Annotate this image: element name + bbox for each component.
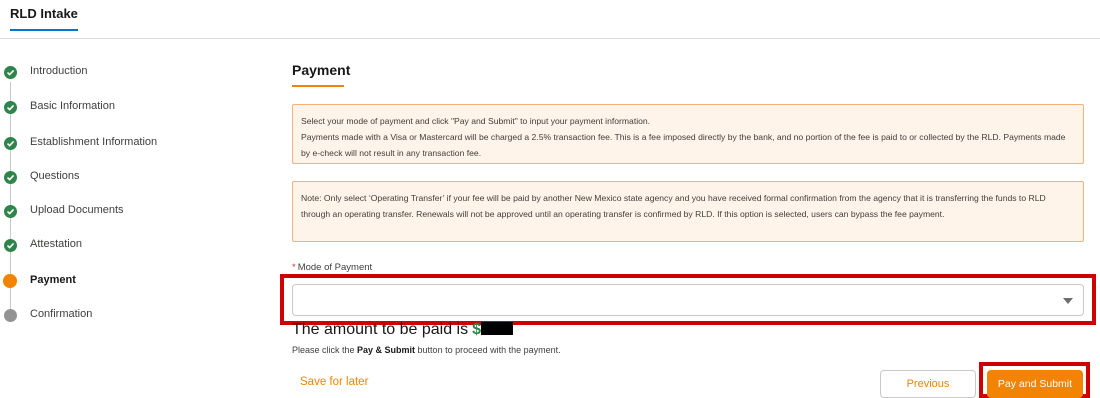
notice-text: Payments made with a Visa or Mastercard … bbox=[301, 132, 1066, 158]
step-label: Establishment Information bbox=[30, 136, 158, 148]
step-basic-information[interactable]: Basic Information bbox=[0, 95, 260, 119]
mode-of-payment-select[interactable] bbox=[292, 284, 1084, 316]
save-for-later-button[interactable]: Save for later bbox=[300, 376, 368, 388]
step-label: Confirmation bbox=[30, 308, 93, 320]
payment-instruction: Please click the Pay & Submit button to … bbox=[292, 345, 561, 355]
step-label: Basic Information bbox=[30, 100, 115, 112]
required-marker: * bbox=[292, 262, 296, 273]
step-questions[interactable]: Questions bbox=[0, 165, 260, 189]
previous-button[interactable]: Previous bbox=[880, 370, 976, 398]
check-icon bbox=[4, 137, 17, 150]
check-icon bbox=[4, 205, 17, 218]
instruction-text: Please click the bbox=[292, 345, 358, 355]
tab-active-indicator bbox=[10, 29, 78, 31]
check-icon bbox=[4, 101, 17, 114]
instruction-text: button to proceed with the payment. bbox=[415, 345, 561, 355]
step-establishment-information[interactable]: Establishment Information bbox=[0, 131, 260, 155]
amount-prefix: The amount to be paid is bbox=[292, 321, 469, 338]
instruction-button-name: Pay & Submit bbox=[357, 345, 416, 355]
payment-info-notice: Select your mode of payment and click "P… bbox=[292, 104, 1084, 164]
step-label: Upload Documents bbox=[30, 204, 124, 216]
step-label: Attestation bbox=[30, 238, 82, 250]
notice-text: Note: Only select ‘Operating Transfer’ i… bbox=[301, 193, 1046, 219]
step-payment[interactable]: Payment bbox=[0, 269, 260, 293]
redacted-amount bbox=[481, 322, 514, 335]
operating-transfer-notice: Note: Only select ‘Operating Transfer’ i… bbox=[292, 181, 1084, 242]
amount-due: The amount to be paid is $ bbox=[292, 321, 514, 339]
step-attestation[interactable]: Attestation bbox=[0, 233, 260, 257]
page-title: Payment bbox=[292, 62, 351, 78]
pending-step-icon bbox=[4, 309, 17, 322]
title-underline bbox=[292, 85, 344, 87]
header-divider bbox=[0, 38, 1100, 39]
mode-of-payment-label: * Mode of Payment bbox=[292, 262, 372, 273]
check-icon bbox=[4, 66, 17, 79]
step-upload-documents[interactable]: Upload Documents bbox=[0, 199, 260, 223]
label-text: Mode of Payment bbox=[297, 262, 373, 273]
step-confirmation[interactable]: Confirmation bbox=[0, 303, 260, 327]
currency-symbol: $ bbox=[472, 321, 482, 338]
chevron-down-icon bbox=[1063, 298, 1073, 304]
step-label: Questions bbox=[30, 170, 80, 182]
check-icon bbox=[4, 171, 17, 184]
pay-and-submit-button[interactable]: Pay and Submit bbox=[987, 370, 1083, 398]
current-step-icon bbox=[3, 274, 17, 288]
step-label: Payment bbox=[30, 274, 76, 286]
check-icon bbox=[4, 239, 17, 252]
step-introduction[interactable]: Introduction bbox=[0, 60, 260, 84]
step-label: Introduction bbox=[30, 65, 88, 77]
notice-text: Select your mode of payment and click "P… bbox=[301, 116, 651, 126]
